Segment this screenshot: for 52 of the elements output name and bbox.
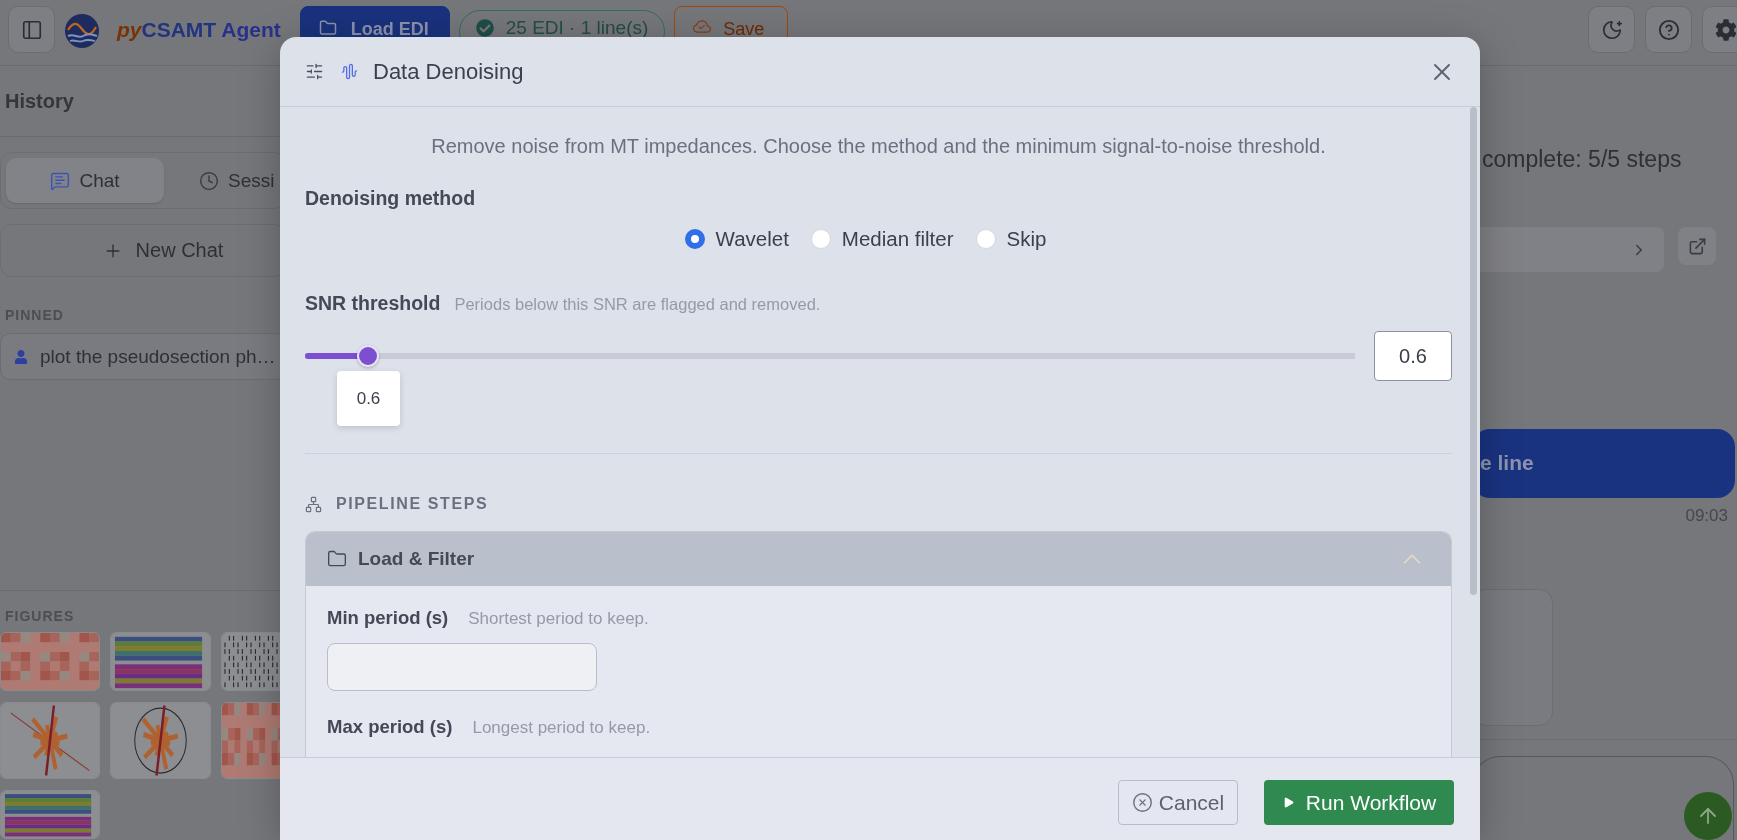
input-field[interactable]	[327, 643, 597, 691]
field-hint: Longest period to keep.	[472, 718, 651, 738]
dialog-description: Remove noise from MT impedances. Choose the method and the minimum signal-to-noise threshold.	[430, 134, 1327, 158]
sidebar-tab[interactable]: Sessi	[170, 158, 280, 203]
panel-icon	[20, 18, 43, 41]
snr-hint: Periods below this SNR are flagged and removed.	[454, 295, 821, 314]
polar-plot-drawing[interactable]	[110, 702, 211, 779]
folder-icon	[327, 549, 347, 569]
person-icon	[14, 349, 28, 364]
method-label: Denoising method	[305, 187, 477, 209]
rose-diagram-drawing[interactable]	[0, 702, 100, 779]
app-title: pyCSAMT Agent	[117, 17, 281, 43]
send-button[interactable]	[1684, 792, 1732, 840]
waveform-icon	[341, 63, 358, 80]
settings-icon	[1714, 18, 1737, 41]
sliders-icon	[305, 62, 324, 81]
accordion-header[interactable]: Load & Filter	[306, 532, 1451, 586]
moon-star-icon	[1600, 18, 1623, 41]
help-button[interactable]	[1645, 6, 1692, 53]
snr-label: SNR threshold	[305, 292, 441, 314]
scrollbar[interactable]	[1470, 107, 1477, 595]
cloud-check-icon	[693, 18, 712, 36]
theme-toggle-button[interactable]	[1588, 6, 1635, 53]
settings-button[interactable]	[1702, 6, 1737, 53]
circle-x-icon	[1131, 792, 1153, 813]
method-option[interactable]: Skip	[975, 227, 1047, 251]
value-tooltip: 0.6	[337, 371, 400, 426]
snr-input[interactable]: 0.6	[1374, 331, 1452, 381]
field-label: Min period (s)	[327, 607, 449, 629]
method-option[interactable]: Wavelet	[684, 227, 789, 251]
open-external-button[interactable]	[1678, 227, 1716, 265]
folder-icon	[318, 19, 337, 37]
workflow-status-text: complete: 5/5 steps	[1481, 146, 1683, 172]
network-icon	[305, 495, 322, 513]
cancel-button[interactable]: Cancel	[1118, 780, 1238, 825]
field-hint: Shortest period to keep.	[468, 609, 649, 629]
run-workflow-button[interactable]: Run Workflow	[1264, 780, 1454, 825]
method-option[interactable]: Median filter	[810, 227, 954, 251]
color-map-drawing[interactable]	[110, 632, 211, 691]
logo-icon	[65, 14, 99, 48]
slider-handle[interactable]	[357, 345, 379, 367]
color-map-drawing[interactable]	[0, 790, 100, 839]
dialog-title: Data Denoising	[373, 58, 524, 85]
sidebar-tab[interactable]: Chat	[6, 158, 164, 203]
radio-button[interactable]	[684, 229, 705, 249]
help-icon	[1657, 18, 1680, 41]
chat-icon	[50, 170, 71, 191]
pipeline-heading: PIPELINE STEPS	[336, 495, 489, 513]
clock-icon	[199, 170, 219, 191]
external-link-icon	[1687, 236, 1707, 256]
sidebar-toggle-button[interactable]	[8, 6, 55, 53]
field-label: Max period (s)	[327, 716, 453, 738]
